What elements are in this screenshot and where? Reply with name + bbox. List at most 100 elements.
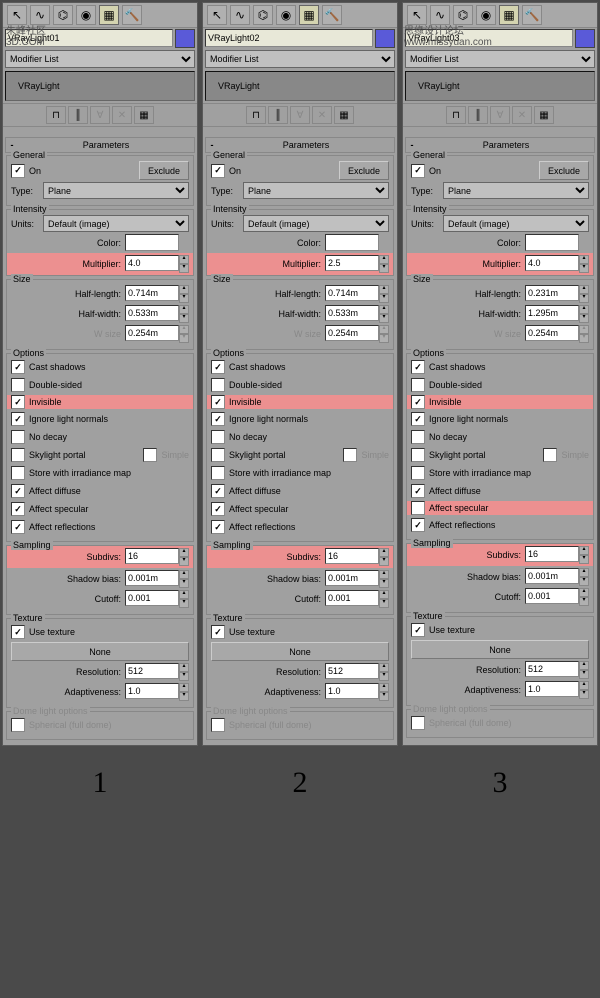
config-icon[interactable]: ▦ <box>134 106 154 124</box>
subdivs-down[interactable]: ▾ <box>579 555 589 564</box>
double-sided-checkbox[interactable] <box>11 378 25 392</box>
modifier-list-dropdown[interactable]: Modifier List <box>405 50 595 68</box>
modifier-stack[interactable]: VRayLight <box>205 71 395 101</box>
pin-icon[interactable]: ⊓ <box>246 106 266 124</box>
affect-reflections-checkbox[interactable] <box>11 520 25 534</box>
wsize-down[interactable]: ▾ <box>179 334 189 343</box>
half-width-input[interactable] <box>525 305 579 321</box>
resolution-input[interactable] <box>325 663 379 679</box>
wsize-down[interactable]: ▾ <box>579 334 589 343</box>
adaptiveness-down[interactable]: ▾ <box>579 690 589 699</box>
half-width-up[interactable]: ▴ <box>379 305 389 314</box>
half-width-input[interactable] <box>325 305 379 321</box>
on-checkbox[interactable] <box>411 164 425 178</box>
no-decay-checkbox[interactable] <box>211 430 225 444</box>
shadow-bias-down[interactable]: ▾ <box>379 579 389 588</box>
use-texture-checkbox[interactable] <box>11 625 25 639</box>
half-width-down[interactable]: ▾ <box>379 314 389 323</box>
resolution-input[interactable] <box>125 663 179 679</box>
remove-icon[interactable]: ✕ <box>112 106 132 124</box>
ignore-normals-checkbox[interactable] <box>411 412 425 426</box>
motion-icon[interactable]: ◉ <box>76 5 96 25</box>
units-dropdown[interactable]: Default (image) <box>43 215 189 232</box>
display-icon[interactable]: ▦ <box>299 5 319 25</box>
exclude-button[interactable]: Exclude <box>339 161 389 180</box>
store-irr-checkbox[interactable] <box>411 466 425 480</box>
unique-icon[interactable]: ∀ <box>290 106 310 124</box>
resolution-down[interactable]: ▾ <box>379 672 389 681</box>
color-swatch[interactable] <box>125 234 179 251</box>
unique-icon[interactable]: ∀ <box>490 106 510 124</box>
multiplier-input[interactable] <box>325 255 379 271</box>
exclude-button[interactable]: Exclude <box>139 161 189 180</box>
color-swatch[interactable] <box>325 234 379 251</box>
multiplier-input[interactable] <box>125 255 179 271</box>
show-icon[interactable]: ║ <box>468 106 488 124</box>
exclude-button[interactable]: Exclude <box>539 161 589 180</box>
cutoff-input[interactable] <box>525 588 579 604</box>
type-dropdown[interactable]: Plane <box>443 182 589 199</box>
utilities-icon[interactable]: 🔨 <box>522 5 542 25</box>
texture-none-button[interactable]: None <box>211 642 389 661</box>
show-icon[interactable]: ║ <box>68 106 88 124</box>
multiplier-down[interactable]: ▾ <box>579 264 589 273</box>
resolution-down[interactable]: ▾ <box>579 670 589 679</box>
cutoff-down[interactable]: ▾ <box>179 599 189 608</box>
display-icon[interactable]: ▦ <box>99 5 119 25</box>
skylight-checkbox[interactable] <box>211 448 225 462</box>
use-texture-checkbox[interactable] <box>411 623 425 637</box>
adaptiveness-input[interactable] <box>525 681 579 697</box>
object-color-swatch[interactable] <box>375 29 395 48</box>
wsize-up[interactable]: ▴ <box>179 325 189 334</box>
subdivs-input[interactable] <box>525 546 579 562</box>
resolution-up[interactable]: ▴ <box>379 663 389 672</box>
utilities-icon[interactable]: 🔨 <box>322 5 342 25</box>
use-texture-checkbox[interactable] <box>211 625 225 639</box>
adaptiveness-up[interactable]: ▴ <box>179 683 189 692</box>
adaptiveness-up[interactable]: ▴ <box>379 683 389 692</box>
cast-shadows-checkbox[interactable] <box>11 360 25 374</box>
shadow-bias-up[interactable]: ▴ <box>179 570 189 579</box>
cast-shadows-checkbox[interactable] <box>211 360 225 374</box>
units-dropdown[interactable]: Default (image) <box>443 215 589 232</box>
hierarchy-icon[interactable]: ⌬ <box>253 5 273 25</box>
cutoff-input[interactable] <box>325 590 379 606</box>
subdivs-input[interactable] <box>325 548 379 564</box>
utilities-icon[interactable]: 🔨 <box>122 5 142 25</box>
resolution-input[interactable] <box>525 661 579 677</box>
invisible-checkbox[interactable] <box>11 395 25 409</box>
half-length-down[interactable]: ▾ <box>379 294 389 303</box>
object-name-input[interactable] <box>205 29 373 47</box>
type-dropdown[interactable]: Plane <box>43 182 189 199</box>
multiplier-down[interactable]: ▾ <box>179 264 189 273</box>
cutoff-down[interactable]: ▾ <box>579 597 589 606</box>
invisible-checkbox[interactable] <box>211 395 225 409</box>
multiplier-input[interactable] <box>525 255 579 271</box>
cast-shadows-checkbox[interactable] <box>411 360 425 374</box>
motion-icon[interactable]: ◉ <box>276 5 296 25</box>
on-checkbox[interactable] <box>211 164 225 178</box>
config-icon[interactable]: ▦ <box>534 106 554 124</box>
cutoff-input[interactable] <box>125 590 179 606</box>
shadow-bias-down[interactable]: ▾ <box>179 579 189 588</box>
double-sided-checkbox[interactable] <box>411 378 425 392</box>
modifier-stack[interactable]: VRayLight <box>405 71 595 101</box>
shadow-bias-input[interactable] <box>525 568 579 584</box>
link-icon[interactable]: ∿ <box>230 5 250 25</box>
adaptiveness-input[interactable] <box>325 683 379 699</box>
remove-icon[interactable]: ✕ <box>312 106 332 124</box>
shadow-bias-up[interactable]: ▴ <box>579 568 589 577</box>
half-length-up[interactable]: ▴ <box>179 285 189 294</box>
color-swatch[interactable] <box>525 234 579 251</box>
affect-reflections-checkbox[interactable] <box>211 520 225 534</box>
resolution-up[interactable]: ▴ <box>579 661 589 670</box>
no-decay-checkbox[interactable] <box>11 430 25 444</box>
modifier-list-dropdown[interactable]: Modifier List <box>5 50 195 68</box>
cutoff-up[interactable]: ▴ <box>179 590 189 599</box>
display-icon[interactable]: ▦ <box>499 5 519 25</box>
invisible-checkbox[interactable] <box>411 395 425 409</box>
skylight-checkbox[interactable] <box>11 448 25 462</box>
subdivs-input[interactable] <box>125 548 179 564</box>
cutoff-up[interactable]: ▴ <box>579 588 589 597</box>
subdivs-down[interactable]: ▾ <box>179 557 189 566</box>
